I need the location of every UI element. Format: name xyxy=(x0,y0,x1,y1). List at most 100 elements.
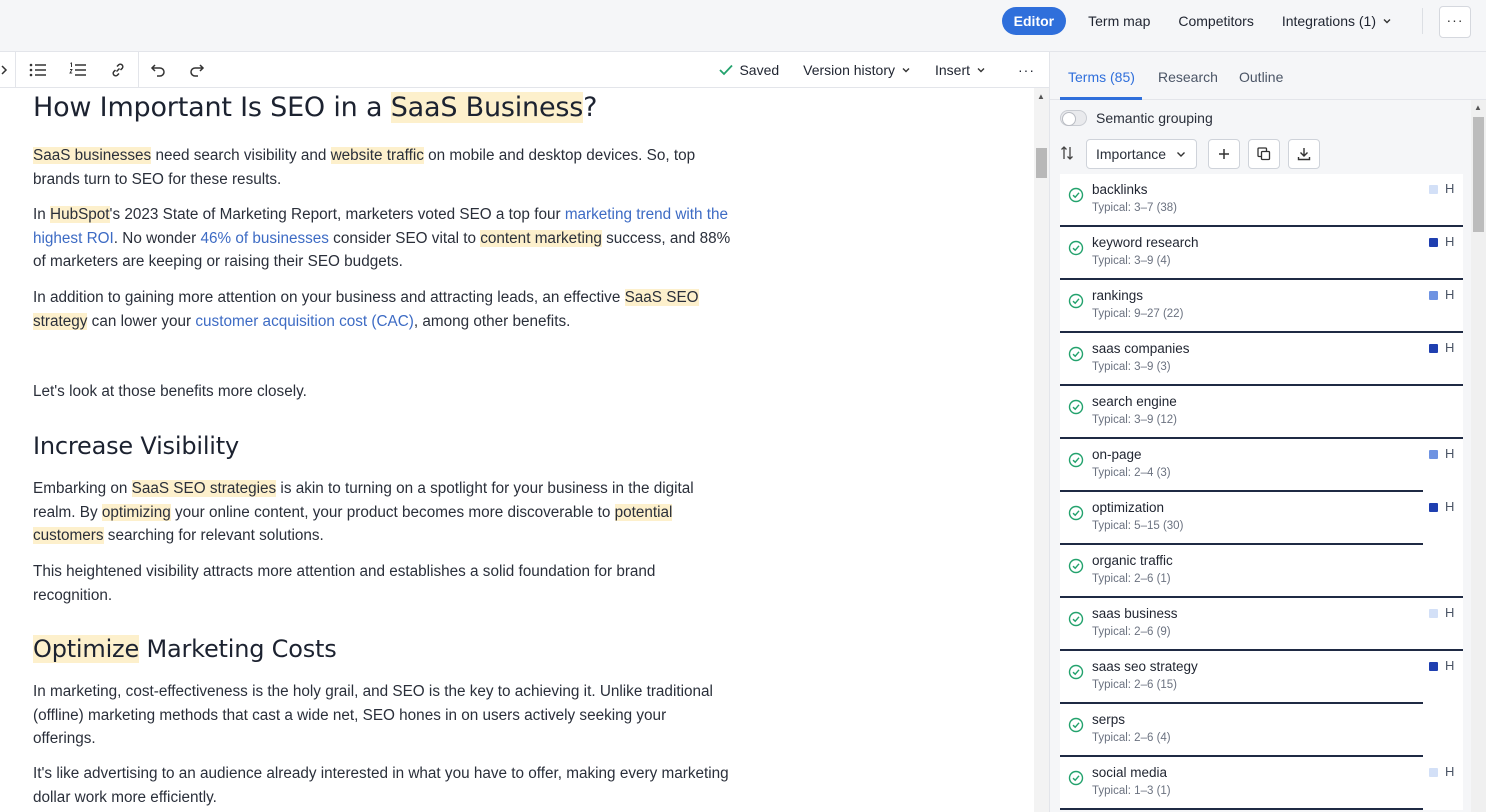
term-row[interactable]: serps Typical: 2–6 (4) xyxy=(1060,704,1463,757)
sort-select[interactable]: Importance xyxy=(1086,139,1197,169)
version-history-button[interactable]: Version history xyxy=(791,62,923,78)
importance-marker xyxy=(1429,450,1438,459)
paragraph: It's like advertising to an audience alr… xyxy=(33,765,729,806)
term-typical-range: Typical: 2–6 (4) xyxy=(1092,732,1171,744)
term-row[interactable]: organic traffic Typical: 2–6 (1) xyxy=(1060,545,1463,598)
term-map-button[interactable]: Term map xyxy=(1074,7,1164,35)
check-circle-icon xyxy=(1068,664,1084,680)
highlighted-term: website traffic xyxy=(330,147,424,164)
redo-icon[interactable] xyxy=(187,60,207,80)
heading-marker: H xyxy=(1445,605,1455,620)
term-row[interactable]: keyword research Typical: 3–9 (4) H xyxy=(1060,227,1463,280)
scroll-up-arrow-icon[interactable]: ▲ xyxy=(1474,103,1482,112)
term-typical-range: Typical: 3–7 (38) xyxy=(1092,202,1178,214)
toolbar-more-button[interactable]: ··· xyxy=(998,62,1049,78)
chevron-down-icon xyxy=(1383,19,1391,24)
term-row[interactable]: saas seo strategy Typical: 2–6 (15) H xyxy=(1060,651,1463,704)
download-terms-button[interactable] xyxy=(1288,139,1320,169)
term-row[interactable]: search engine Typical: 3–9 (12) xyxy=(1060,386,1463,439)
editor-tab-button[interactable]: Editor xyxy=(1001,7,1067,35)
check-circle-icon xyxy=(1068,717,1084,733)
term-row[interactable]: saas companies Typical: 3–9 (3) H xyxy=(1060,333,1463,386)
check-circle-icon xyxy=(1068,505,1084,521)
scrollbar-thumb[interactable] xyxy=(1473,117,1484,232)
term-typical-range: Typical: 9–27 (22) xyxy=(1092,308,1184,320)
chevron-down-icon xyxy=(1177,152,1185,157)
term-typical-range: Typical: 2–6 (9) xyxy=(1092,626,1171,638)
heading-marker: H xyxy=(1445,287,1455,302)
paragraph: This heightened visibility attracts more… xyxy=(33,563,656,604)
more-options-button[interactable]: ··· xyxy=(1439,6,1471,38)
paragraph: In marketing, cost-effectiveness is the … xyxy=(33,683,713,747)
integrations-button[interactable]: Integrations (1) xyxy=(1268,7,1406,35)
insert-button[interactable]: Insert xyxy=(923,62,998,78)
tab-terms[interactable]: Terms (85) xyxy=(1068,69,1135,85)
text: consider SEO vital to xyxy=(328,229,481,247)
bullet-list-icon[interactable] xyxy=(28,60,48,80)
sort-icon[interactable] xyxy=(1060,145,1080,164)
numbered-list-icon[interactable] xyxy=(68,60,88,80)
scroll-up-arrow-icon[interactable]: ▲ xyxy=(1037,92,1045,101)
term-typical-range: Typical: 2–6 (1) xyxy=(1092,573,1171,585)
saved-label: Saved xyxy=(739,62,780,78)
paragraph: In HubSpot's 2023 State of Marketing Rep… xyxy=(33,203,733,274)
article-title: How Important Is SEO in a SaaS Business? xyxy=(33,92,597,123)
term-row[interactable]: on-page Typical: 2–4 (3) H xyxy=(1060,439,1463,492)
tab-research[interactable]: Research xyxy=(1158,69,1218,85)
semantic-grouping-toggle[interactable] xyxy=(1060,110,1087,126)
terms-controls: Importance xyxy=(1060,139,1320,169)
semantic-grouping-label: Semantic grouping xyxy=(1096,110,1213,126)
heading-marker: H xyxy=(1445,499,1455,514)
top-nav: Editor Term map Competitors Integrations… xyxy=(1001,7,1406,35)
tab-outline[interactable]: Outline xyxy=(1239,69,1283,85)
term-row[interactable]: backlinks Typical: 3–7 (38) H xyxy=(1060,174,1463,227)
hyperlink[interactable]: 46% of businesses xyxy=(201,230,329,247)
section-heading: Increase Visibility xyxy=(33,432,239,460)
hyperlink[interactable]: customer acquisition cost (CAC) xyxy=(195,313,413,330)
importance-marker xyxy=(1429,185,1438,194)
text: searching for relevant solutions. xyxy=(103,527,324,544)
scrollbar-thumb[interactable] xyxy=(1036,148,1047,178)
importance-marker xyxy=(1429,609,1438,618)
term-row[interactable]: rankings Typical: 9–27 (22) H xyxy=(1060,280,1463,333)
importance-marker xyxy=(1429,291,1438,300)
competitors-button[interactable]: Competitors xyxy=(1164,7,1267,35)
term-name: on-page xyxy=(1092,447,1142,462)
copy-terms-button[interactable] xyxy=(1248,139,1280,169)
term-map-label: Term map xyxy=(1088,13,1151,29)
term-name: keyword research xyxy=(1092,235,1199,250)
importance-marker xyxy=(1429,238,1438,247)
heading-marker: H xyxy=(1445,340,1455,355)
panel-scrollbar[interactable]: ▲ xyxy=(1471,100,1486,812)
undo-icon[interactable] xyxy=(148,60,168,80)
heading-marker: H xyxy=(1445,658,1455,673)
paragraph: Embarking on SaaS SEO strategies is akin… xyxy=(33,477,733,548)
download-icon xyxy=(1297,148,1311,161)
term-row[interactable]: social media Typical: 1–3 (1) H xyxy=(1060,757,1463,810)
term-typical-range: Typical: 3–9 (3) xyxy=(1092,361,1171,373)
term-name: rankings xyxy=(1092,288,1144,303)
term-typical-range: Typical: 1–3 (1) xyxy=(1092,785,1171,797)
add-term-button[interactable] xyxy=(1208,139,1240,169)
chevron-right-icon[interactable] xyxy=(0,60,14,80)
term-name: backlinks xyxy=(1092,182,1148,197)
term-row[interactable]: optimization Typical: 5–15 (30) H xyxy=(1060,492,1463,545)
chevron-down-icon xyxy=(977,68,985,73)
heading-marker: H xyxy=(1445,446,1455,461)
section-heading: Optimize Marketing Costs xyxy=(33,635,337,663)
editor-content[interactable]: How Important Is SEO in a SaaS Business?… xyxy=(0,88,1034,812)
paragraph: In addition to gaining more attention on… xyxy=(33,286,733,333)
terms-panel: Terms (85) Research Outline Semantic gro… xyxy=(1049,52,1486,812)
editor-scrollbar[interactable]: ▲ xyxy=(1034,88,1049,812)
text: , among other benefits. xyxy=(413,312,571,330)
active-tab-indicator xyxy=(1060,97,1142,100)
insert-label: Insert xyxy=(934,62,970,78)
term-row[interactable]: saas business Typical: 2–6 (9) H xyxy=(1060,598,1463,651)
term-name: serps xyxy=(1092,712,1126,727)
check-circle-icon xyxy=(1068,293,1084,309)
check-circle-icon xyxy=(1068,240,1084,256)
term-name: saas companies xyxy=(1092,341,1190,356)
link-icon[interactable] xyxy=(108,60,128,80)
toolbar-divider xyxy=(15,52,16,88)
check-circle-icon xyxy=(1068,187,1084,203)
